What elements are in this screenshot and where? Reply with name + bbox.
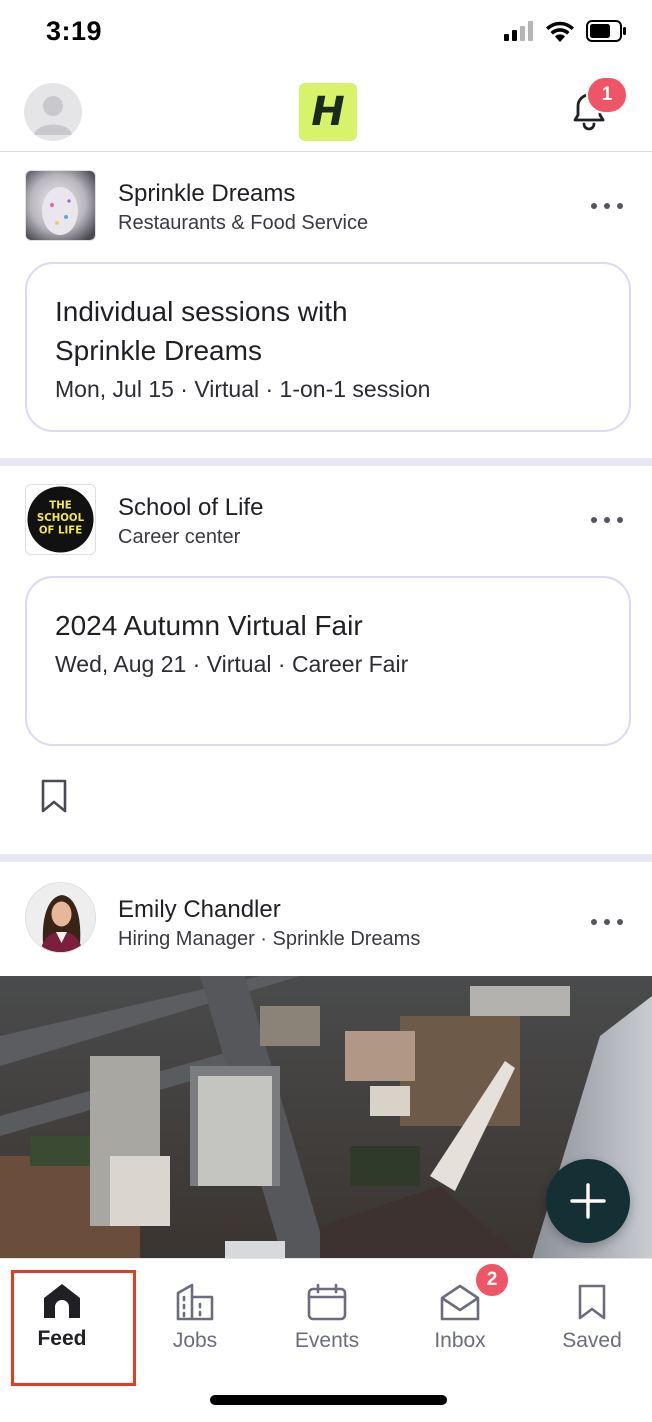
wifi-icon	[546, 21, 574, 42]
status-icons	[504, 20, 626, 42]
tab-label: Jobs	[172, 1329, 218, 1352]
tab-label: Inbox	[434, 1329, 486, 1352]
dot-icon	[591, 203, 597, 209]
dessert-photo	[26, 171, 95, 240]
feed-post: Sprinkle Dreams Restaurants & Food Servi…	[0, 152, 652, 458]
person-photo	[26, 883, 95, 952]
post-header: Sprinkle Dreams Restaurants & Food Servi…	[0, 152, 652, 262]
event-title: 2024 Autumn Virtual Fair	[55, 610, 363, 641]
dot-icon	[604, 203, 610, 209]
home-indicator	[210, 1395, 447, 1405]
event-title: Individual sessions with Sprinkle Dreams	[55, 296, 348, 366]
envelope-icon	[440, 1284, 480, 1321]
svg-text:THE: THE	[49, 500, 71, 511]
dot-icon	[604, 517, 610, 523]
post-author-name[interactable]: School of Life	[118, 494, 263, 522]
notification-badge: 1	[586, 76, 628, 114]
post-author-name[interactable]: Emily Chandler	[118, 896, 281, 924]
tab-jobs[interactable]: Jobs	[130, 1259, 260, 1369]
tab-label: Saved	[562, 1329, 622, 1352]
tab-saved[interactable]: Saved	[527, 1259, 652, 1369]
dot-icon	[604, 919, 610, 925]
building-icon	[176, 1283, 214, 1321]
event-card[interactable]: Individual sessions with Sprinkle Dreams…	[25, 262, 631, 432]
bookmark-icon	[578, 1284, 606, 1320]
post-author-name[interactable]: Sprinkle Dreams	[118, 180, 295, 208]
organization-thumbnail[interactable]	[25, 170, 96, 241]
more-options-button[interactable]	[591, 510, 631, 530]
event-card[interactable]: 2024 Autumn Virtual Fair Wed, Aug 21 · V…	[25, 576, 631, 746]
tab-events[interactable]: Events	[262, 1259, 392, 1369]
profile-avatar[interactable]	[24, 83, 82, 141]
calendar-icon	[307, 1283, 347, 1321]
feed-post: THE SCHOOL OF LIFE School of Life Career…	[0, 466, 652, 854]
app-logo[interactable]: H	[299, 83, 357, 141]
post-header: Emily Chandler Hiring Manager · Sprinkle…	[0, 862, 652, 976]
organization-thumbnail[interactable]: THE SCHOOL OF LIFE	[25, 484, 96, 555]
svg-text:SCHOOL: SCHOOL	[37, 513, 85, 524]
user-silhouette-icon	[34, 96, 72, 135]
post-author-subtitle: Restaurants & Food Service	[118, 212, 369, 234]
post-header: THE SCHOOL OF LIFE School of Life Career…	[0, 466, 652, 576]
event-meta: Mon, Jul 15 · Virtual · 1-on-1 session	[55, 376, 431, 402]
svg-text:OF LIFE: OF LIFE	[39, 526, 82, 537]
plus-icon	[570, 1183, 606, 1219]
more-options-button[interactable]	[591, 196, 631, 216]
inbox-badge: 2	[474, 1262, 510, 1298]
feed-divider	[0, 458, 652, 466]
dot-icon	[617, 517, 623, 523]
event-meta: Wed, Aug 21 · Virtual · Career Fair	[55, 651, 409, 677]
post-author-subtitle: Career center	[118, 526, 241, 548]
post-actions	[0, 746, 652, 846]
dot-icon	[591, 919, 597, 925]
bookmark-icon[interactable]	[40, 778, 68, 814]
feed-divider	[0, 854, 652, 862]
status-time: 3:19	[46, 16, 103, 46]
author-avatar[interactable]	[25, 882, 96, 953]
battery-icon	[586, 20, 626, 42]
post-author-subtitle: Hiring Manager · Sprinkle Dreams	[118, 928, 421, 950]
cellular-signal-icon	[504, 21, 533, 41]
highlight-box	[11, 1270, 136, 1386]
tab-label: Events	[294, 1329, 360, 1352]
more-options-button[interactable]	[591, 912, 631, 932]
create-post-button[interactable]	[546, 1159, 630, 1243]
app-header: H	[0, 64, 652, 152]
school-of-life-logo: THE SCHOOL OF LIFE	[27, 486, 94, 553]
dot-icon	[591, 517, 597, 523]
dot-icon	[617, 203, 623, 209]
dot-icon	[617, 919, 623, 925]
feed: Sprinkle Dreams Restaurants & Food Servi…	[0, 152, 652, 1266]
status-bar: 3:19	[0, 0, 652, 64]
